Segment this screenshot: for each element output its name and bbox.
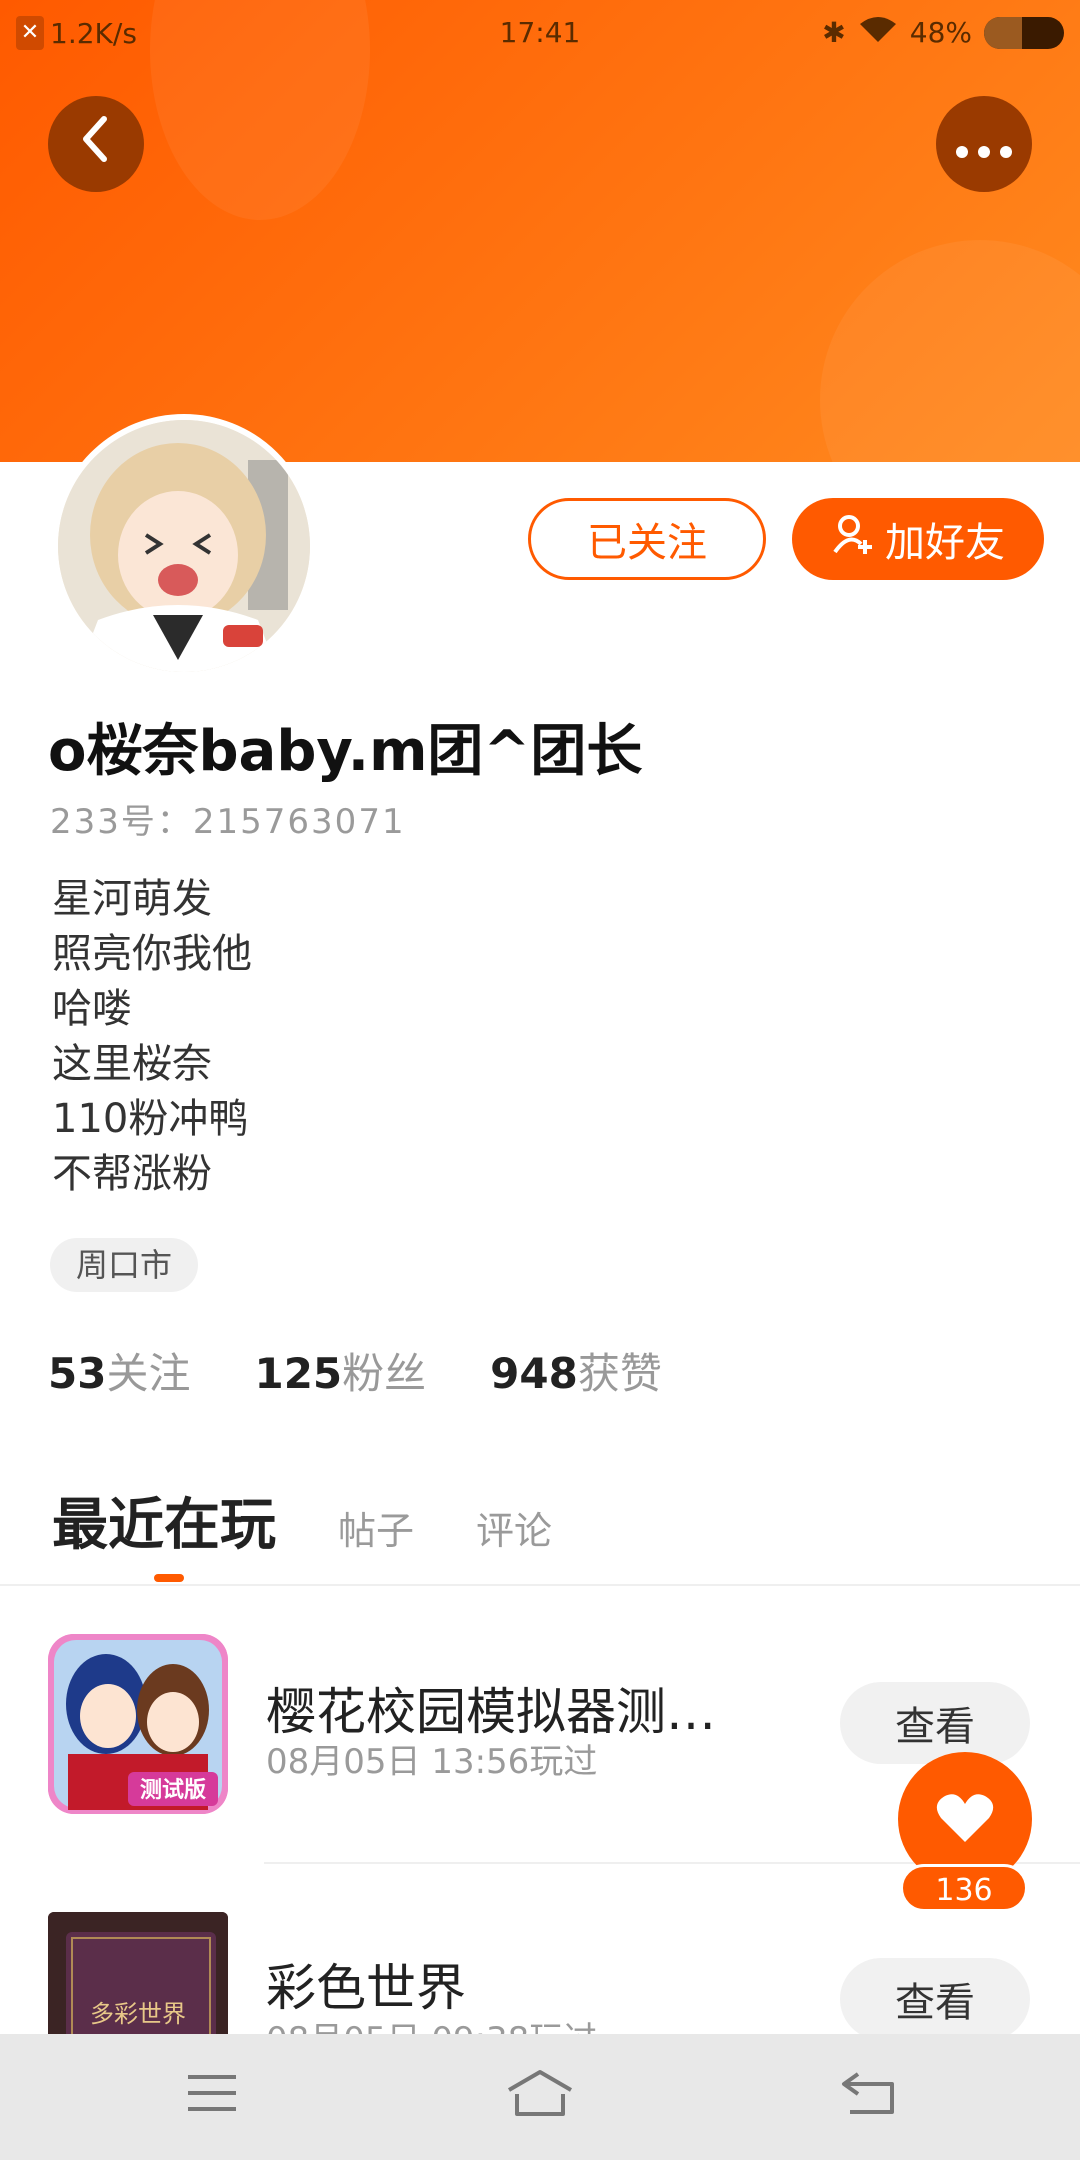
location-tag: 周口市 xyxy=(50,1238,199,1292)
heart-icon xyxy=(935,1790,995,1848)
bio-line: 110粉冲鸭 xyxy=(52,1096,249,1142)
tab-posts[interactable]: 帖子 xyxy=(338,1500,414,1555)
game-icon: 测试版 xyxy=(48,1634,228,1814)
wifi-icon xyxy=(858,14,898,51)
system-nav-bar xyxy=(0,2034,1080,2160)
menu-icon xyxy=(184,2072,240,2118)
return-icon xyxy=(838,2068,898,2122)
back-nav-button[interactable] xyxy=(828,2060,908,2130)
view-button[interactable]: 查看 xyxy=(840,1958,1030,2040)
back-arrow-icon xyxy=(76,115,116,174)
battery-icon xyxy=(984,16,1064,49)
back-button[interactable] xyxy=(48,96,144,192)
banner-decoration xyxy=(820,240,1080,462)
more-button[interactable] xyxy=(936,96,1032,192)
game-book-text: 多彩世界 xyxy=(90,2000,186,2028)
view-button[interactable]: 查看 xyxy=(840,1682,1030,1764)
profile-bio: 星河萌发 照亮你我他 哈喽 这里桜奈 110粉冲鸭 不帮涨粉 xyxy=(52,872,252,1202)
profile-tabs: 最近在玩 帖子 评论 xyxy=(52,1480,552,1561)
followed-button[interactable]: 已关注 xyxy=(528,498,766,580)
home-nav-button[interactable] xyxy=(500,2060,580,2130)
bio-line: 哈喽 xyxy=(52,986,132,1032)
status-right: ✱ 48% xyxy=(822,14,1064,51)
profile-name: o桜奈baby.m团^团长 xyxy=(48,719,643,784)
bio-line: 星河萌发 xyxy=(52,876,212,922)
divider xyxy=(0,1584,1080,1586)
stat-following[interactable]: 53关注 xyxy=(48,1340,190,1401)
profile-stats: 53关注 125粉丝 948获赞 xyxy=(48,1340,662,1401)
bio-line: 不帮涨粉 xyxy=(52,1151,212,1197)
add-friend-button[interactable]: 加好友 xyxy=(792,498,1044,580)
bio-line: 照亮你我他 xyxy=(52,931,252,977)
profile-uid[interactable]: 233号：215763071 xyxy=(50,794,406,843)
game-title: 彩色世界 xyxy=(266,1959,466,2017)
avatar[interactable] xyxy=(52,414,316,678)
game-play-time: 08月05日 13:56玩过 xyxy=(266,1742,598,1782)
tab-recent-playing[interactable]: 最近在玩 xyxy=(52,1480,276,1561)
like-count-badge: 136 xyxy=(900,1864,1028,1912)
tab-comments[interactable]: 评论 xyxy=(476,1500,552,1555)
stat-followers[interactable]: 125粉丝 xyxy=(254,1340,426,1401)
add-friend-label: 加好友 xyxy=(885,520,1005,566)
game-badge-text: 测试版 xyxy=(140,1778,206,1803)
more-dots-icon xyxy=(954,119,1014,170)
menu-nav-button[interactable] xyxy=(172,2060,252,2130)
stat-likes[interactable]: 948获赞 xyxy=(490,1340,662,1401)
add-user-icon xyxy=(831,512,875,566)
bio-line: 这里桜奈 xyxy=(52,1041,212,1087)
home-icon xyxy=(505,2068,575,2122)
tab-indicator xyxy=(154,1574,184,1582)
bluetooth-icon: ✱ xyxy=(822,16,846,49)
status-bar: ✕ 1.2K/s 17:41 ✱ 48% xyxy=(0,0,1080,70)
battery-percent: 48% xyxy=(909,16,972,49)
